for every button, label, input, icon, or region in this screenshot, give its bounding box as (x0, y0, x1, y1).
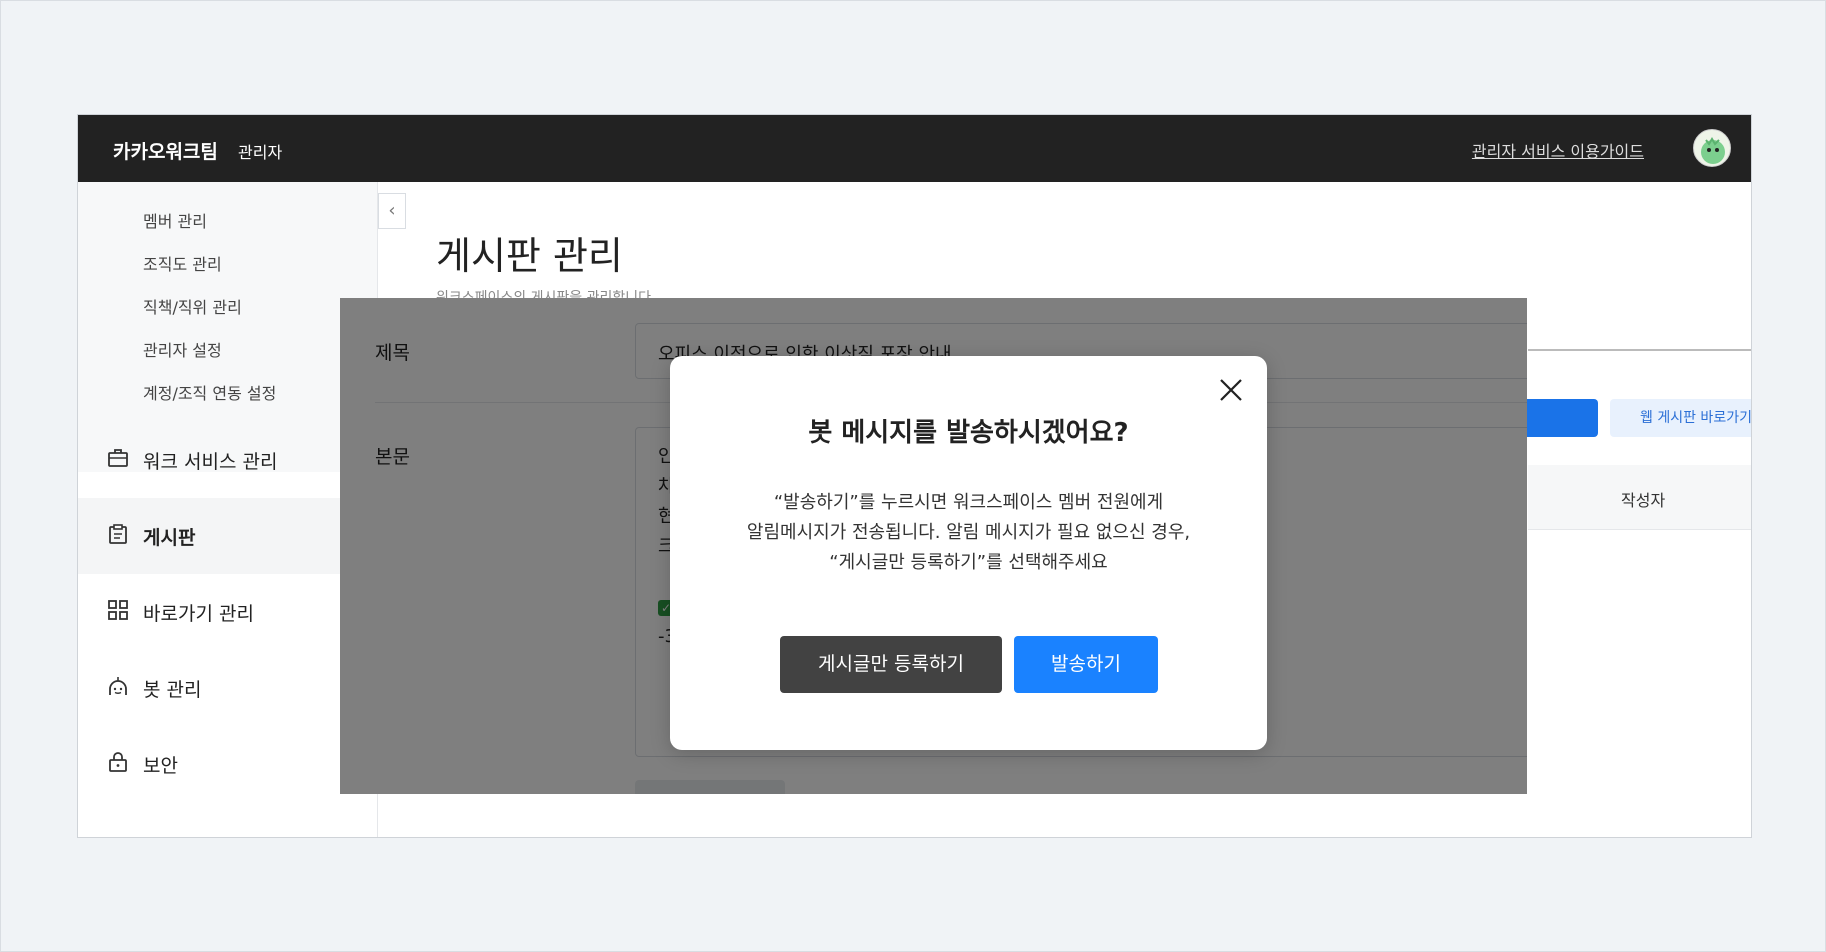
grid-icon (108, 600, 128, 620)
column-header-author: 작성자 (1621, 491, 1666, 510)
admin-guide-link[interactable]: 관리자 서비스 이용가이드 (1472, 138, 1644, 162)
dialog-message-line: “발송하기”를 누르시면 워크스페이스 멤버 전원에게 (773, 492, 1164, 513)
sidebar-item-shortcuts[interactable]: 바로가기 관리 (78, 574, 378, 650)
briefcase-icon (108, 449, 128, 467)
dialog-message: “발송하기”를 누르시면 워크스페이스 멤버 전원에게 알림메시지가 전송됩니다… (670, 488, 1267, 578)
dialog-title: 봇 메시지를 발송하시겠어요? (808, 418, 1129, 448)
sidebar-item-label: 바로가기 관리 (143, 603, 254, 625)
clipboard-icon (109, 524, 127, 544)
send-bot-message-dialog: 봇 메시지를 발송하시겠어요? “발송하기”를 누르시면 워크스페이스 멤버 전… (670, 356, 1267, 750)
sidebar-sub-item-positions[interactable]: 직책/직위 관리 (143, 294, 242, 318)
avatar[interactable] (1693, 129, 1731, 167)
sidebar-item-label: 봇 관리 (143, 679, 202, 701)
sidebar-item-board[interactable]: 게시판 (78, 498, 378, 574)
top-bar: 카카오워크팀 관리자 관리자 서비스 이용가이드 (78, 115, 1751, 182)
sidebar-item-label: 워크 서비스 관리 (143, 451, 278, 473)
web-board-shortcut-button[interactable]: 웹 게시판 바로가기 (1610, 399, 1751, 437)
sidebar-item-bots[interactable]: 봇 관리 (78, 650, 378, 726)
sidebar-item-label: 게시판 (143, 527, 196, 549)
sidebar-item-label: 보안 (143, 755, 178, 777)
bot-icon (109, 677, 127, 695)
sidebar-sub-item-admin-settings[interactable]: 관리자 설정 (143, 337, 222, 361)
tab-underline (1528, 349, 1751, 351)
sidebar-item-work-services[interactable]: 워크 서비스 관리 (78, 422, 378, 498)
page-title: 게시판 관리 (436, 234, 623, 278)
sidebar-collapse-button[interactable]: ‹ (378, 193, 406, 229)
sidebar: 멤버 관리 조직도 관리 직책/직위 관리 관리자 설정 계정/조직 연동 설정… (78, 182, 378, 837)
table-header: 작성자 (1528, 465, 1751, 530)
sidebar-sub-item-members[interactable]: 멤버 관리 (143, 208, 207, 232)
brand-name: 카카오워크팀 (113, 141, 218, 163)
post-only-button[interactable]: 게시글만 등록하기 (780, 636, 1002, 693)
close-icon[interactable] (1215, 374, 1247, 406)
sidebar-item-security[interactable]: 보안 ⌄ (78, 726, 378, 802)
sidebar-sub-item-account-sync[interactable]: 계정/조직 연동 설정 (143, 380, 276, 404)
send-button[interactable]: 발송하기 (1014, 636, 1158, 693)
create-board-button[interactable] (1518, 399, 1598, 437)
dialog-message-line: 알림메시지가 전송됩니다. 알림 메시지가 필요 없으신 경우, (746, 522, 1191, 543)
sidebar-sub-item-org-chart[interactable]: 조직도 관리 (143, 251, 222, 275)
brand-subtitle: 관리자 (238, 143, 283, 162)
lock-icon (109, 752, 127, 772)
dialog-message-line: “게시글만 등록하기”를 선택해주세요 (829, 552, 1108, 573)
